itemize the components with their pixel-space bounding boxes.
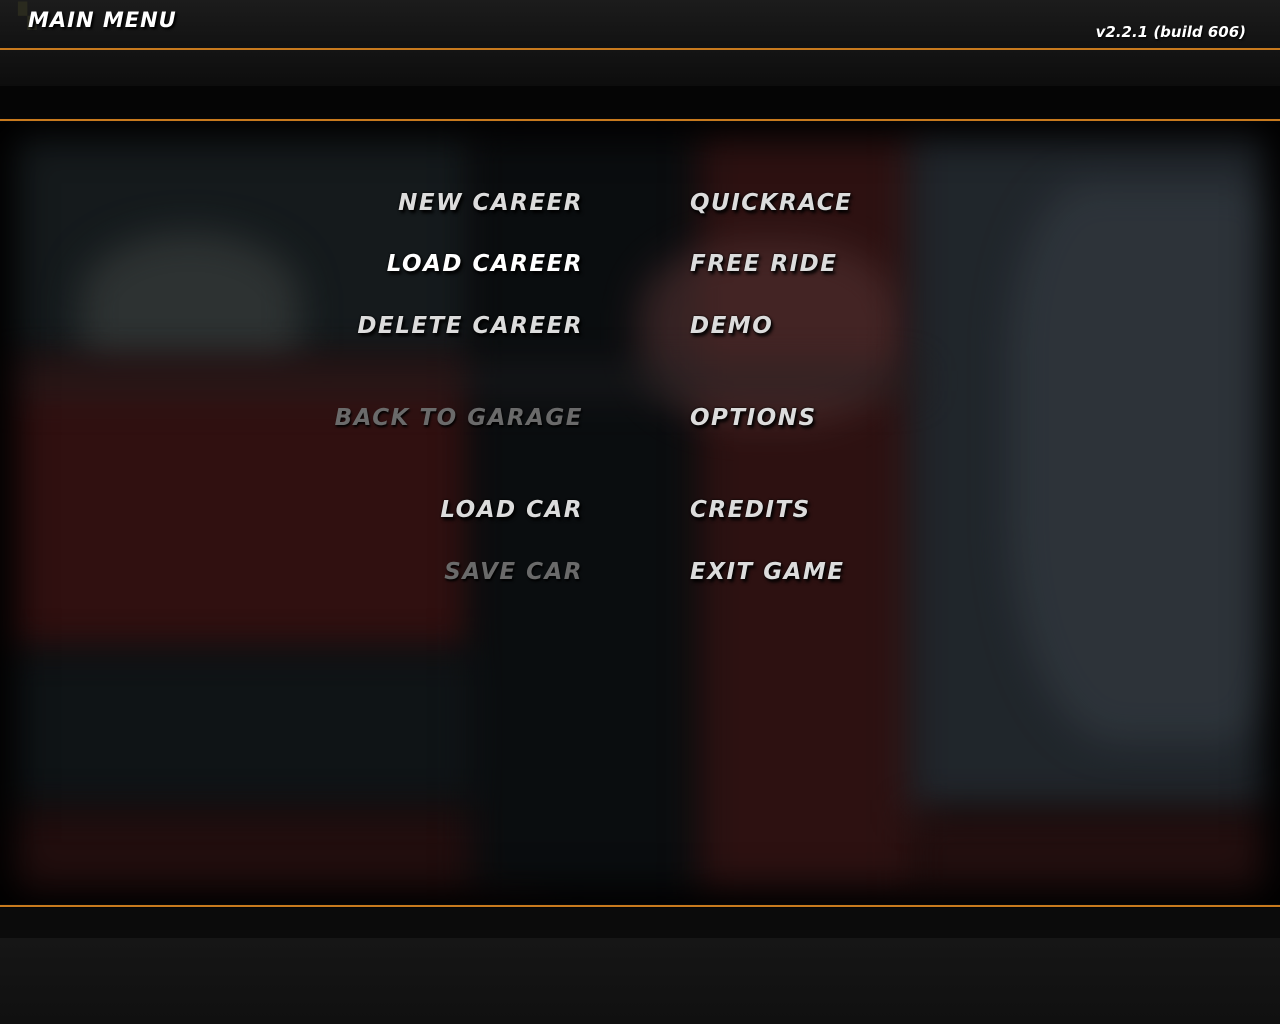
footer-bar — [0, 938, 1280, 1024]
new-career-button[interactable]: NEW CAREER — [398, 190, 583, 216]
header-bar: ▚ MAIN MENU v2.2.1 (build 606) — [0, 0, 1280, 48]
game-screen: ▚ MAIN MENU v2.2.1 (build 606) NEW CAREE… — [0, 0, 1280, 1024]
free-ride-button[interactable]: FREE RIDE — [690, 251, 837, 277]
back-to-garage-button: BACK TO GARAGE — [334, 405, 583, 431]
demo-button[interactable]: DEMO — [690, 313, 773, 339]
separator-band — [0, 86, 1280, 118]
save-car-button: SAVE CAR — [444, 559, 583, 585]
quickrace-button[interactable]: QUICKRACE — [690, 190, 852, 216]
options-button[interactable]: OPTIONS — [690, 405, 817, 431]
load-career-button[interactable]: LOAD CAREER — [387, 251, 583, 277]
footer-divider — [0, 905, 1280, 907]
version-label: v2.2.1 (build 606) — [1095, 23, 1246, 41]
backdrop-top-divider — [0, 119, 1280, 121]
page-title: MAIN MENU — [28, 8, 177, 32]
footer-band — [0, 908, 1280, 938]
load-car-button[interactable]: LOAD CAR — [440, 497, 583, 523]
credits-button[interactable]: CREDITS — [690, 497, 811, 523]
delete-career-button[interactable]: DELETE CAREER — [357, 313, 583, 339]
subheader-bar — [0, 50, 1280, 86]
menu-backdrop — [0, 122, 1280, 904]
exit-game-button[interactable]: EXIT GAME — [690, 559, 844, 585]
